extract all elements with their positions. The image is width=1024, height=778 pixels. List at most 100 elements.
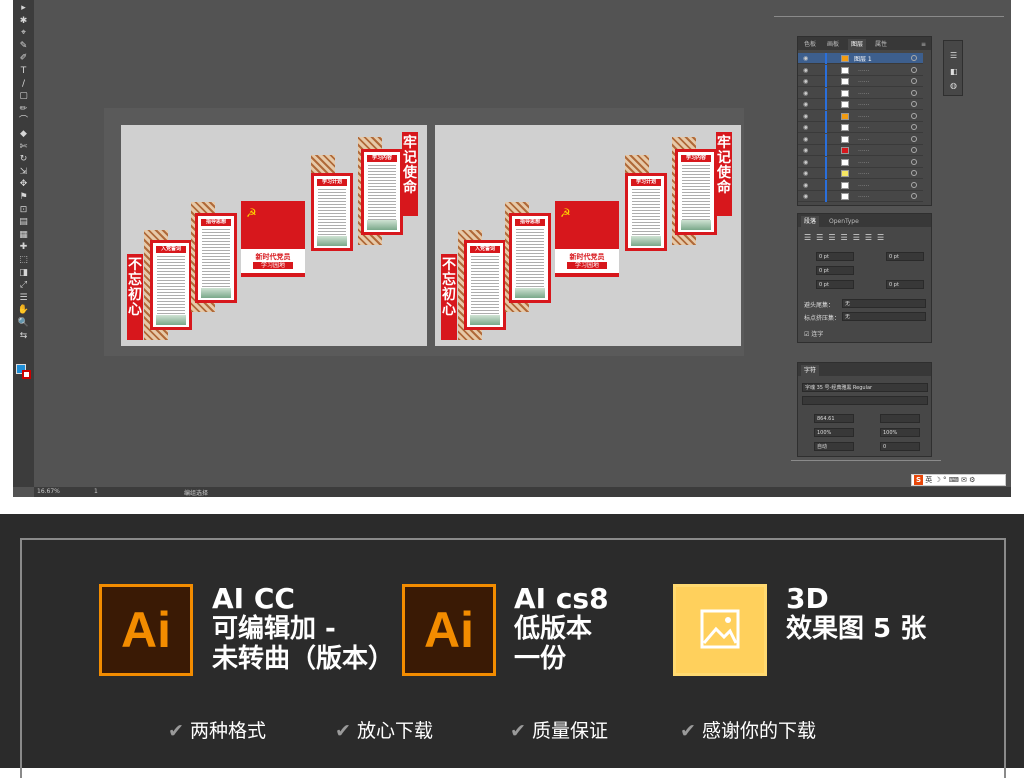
- tool-icon[interactable]: ✋: [17, 306, 30, 315]
- sublayer-row[interactable]: ◉......: [798, 110, 923, 122]
- hyphenate-checkbox[interactable]: ☑ 连字: [804, 329, 823, 338]
- tool-icon[interactable]: /: [17, 79, 30, 89]
- tool-icon[interactable]: ⊡: [17, 205, 30, 215]
- left-indent-field[interactable]: 0 pt: [816, 252, 854, 261]
- visibility-eye-icon[interactable]: ◉: [803, 159, 808, 166]
- visibility-eye-icon[interactable]: ◉: [803, 193, 808, 200]
- artboard-1[interactable]: 不忘初心 入党誓词 指导思想 ☭ 新时代党员 学习园地 学习计划 学习内容 牢记…: [121, 125, 427, 346]
- sublayer-row[interactable]: ◉......: [798, 156, 923, 168]
- target-circle-icon[interactable]: [911, 158, 917, 165]
- tool-icon[interactable]: ✄: [17, 142, 30, 152]
- visibility-eye-icon[interactable]: ◉: [803, 136, 808, 143]
- visibility-eye-icon[interactable]: ◉: [803, 78, 808, 85]
- space-before-field[interactable]: 0 pt: [816, 280, 854, 289]
- target-circle-icon[interactable]: [911, 193, 917, 199]
- visibility-eye-icon[interactable]: ◉: [803, 101, 808, 108]
- stroke-panel-icon[interactable]: ☰: [950, 51, 957, 60]
- tool-icon[interactable]: ◨: [17, 268, 30, 278]
- tab-layers[interactable]: 图层: [848, 39, 867, 50]
- sublayer-row[interactable]: ◉......: [798, 179, 923, 191]
- kerning-field[interactable]: 自动: [814, 442, 854, 451]
- tool-icon[interactable]: ✐: [17, 54, 30, 63]
- target-circle-icon[interactable]: [911, 89, 917, 96]
- tool-icon[interactable]: ▦: [17, 230, 30, 240]
- sublayer-row[interactable]: ◉......: [798, 87, 923, 99]
- sublayer-row[interactable]: ◉......: [798, 122, 923, 133]
- sublayer-row[interactable]: ◉......: [798, 191, 923, 202]
- space-after-field[interactable]: 0 pt: [886, 280, 924, 289]
- appearance-panel-icon[interactable]: ◍: [950, 81, 957, 90]
- visibility-eye-icon[interactable]: ◉: [803, 147, 808, 154]
- tool-icon[interactable]: ✎: [17, 41, 30, 51]
- tab-opentype[interactable]: OpenType: [826, 216, 862, 227]
- tool-icon[interactable]: ☰: [17, 293, 30, 303]
- tab-artboards[interactable]: 画板: [824, 39, 842, 50]
- visibility-eye-icon[interactable]: ◉: [803, 55, 808, 62]
- tool-icon[interactable]: ⌒: [17, 117, 30, 126]
- tool-icon[interactable]: ✱: [17, 16, 30, 26]
- target-circle-icon[interactable]: [911, 181, 917, 188]
- right-indent-field[interactable]: 0 pt: [886, 252, 924, 261]
- mojikumi-select[interactable]: 无: [842, 312, 926, 321]
- visibility-eye-icon[interactable]: ◉: [803, 67, 808, 74]
- vertical-scale-field[interactable]: 100%: [814, 428, 854, 437]
- tab-character[interactable]: 字符: [801, 365, 820, 376]
- visibility-eye-icon[interactable]: ◉: [803, 170, 808, 177]
- visibility-eye-icon[interactable]: ◉: [803, 124, 808, 131]
- visibility-eye-icon[interactable]: ◉: [803, 113, 808, 120]
- sublayer-row[interactable]: ◉......: [798, 99, 923, 110]
- sublayer-row[interactable]: ◉......: [798, 168, 923, 179]
- panel-menu-icon[interactable]: ≡: [918, 39, 929, 50]
- target-circle-icon[interactable]: [911, 124, 917, 130]
- stroke-swatch[interactable]: [22, 370, 31, 379]
- tool-icon[interactable]: ✏: [17, 104, 30, 114]
- tool-icon[interactable]: ⌖: [17, 29, 30, 38]
- sublayer-row[interactable]: ◉......: [798, 145, 923, 156]
- tool-icon[interactable]: ✚: [17, 243, 30, 252]
- gradient-panel-icon[interactable]: ◧: [950, 67, 958, 76]
- first-line-indent-field[interactable]: 0 pt: [816, 266, 854, 275]
- tool-icon[interactable]: ⇆: [17, 331, 30, 341]
- tool-icon[interactable]: 🔍: [17, 319, 30, 328]
- layer-row-top[interactable]: ◉ 图层 1: [798, 53, 923, 64]
- tab-paragraph[interactable]: 段落: [801, 216, 820, 227]
- zoom-level[interactable]: 16.67%: [37, 488, 60, 495]
- horizontal-scale-field[interactable]: 100%: [880, 428, 920, 437]
- artboard-number[interactable]: 1: [94, 488, 98, 495]
- artboard-2[interactable]: 不忘初心 入党誓词 指导思想 ☭ 新时代党员 学习园地 学习计划 学习内容 牢记…: [435, 125, 741, 346]
- target-circle-icon[interactable]: [911, 135, 917, 142]
- kinsoku-select[interactable]: 无: [842, 299, 926, 308]
- target-circle-icon[interactable]: [911, 66, 917, 73]
- tab-swatches[interactable]: 色板: [801, 39, 819, 50]
- ime-toolbar[interactable]: S 英 ☽ ° ⌨ ✉ ⚙: [911, 474, 1006, 486]
- tab-properties[interactable]: 属性: [872, 39, 890, 50]
- tool-icon[interactable]: ↻: [17, 155, 30, 164]
- tracking-field[interactable]: 0: [880, 442, 920, 451]
- tool-icon[interactable]: ◆: [17, 130, 30, 139]
- tool-icon[interactable]: ▸: [17, 4, 30, 13]
- target-circle-icon[interactable]: [911, 170, 917, 176]
- font-family-select[interactable]: 字魂 35 号-经典雅黑 Regular: [802, 383, 928, 392]
- sublayer-row[interactable]: ◉......: [798, 133, 923, 145]
- sublayer-row[interactable]: ◉......: [798, 76, 923, 87]
- target-circle-icon[interactable]: [911, 55, 917, 61]
- visibility-eye-icon[interactable]: ◉: [803, 90, 808, 97]
- tool-icon[interactable]: ▢: [17, 92, 30, 101]
- target-circle-icon[interactable]: [911, 112, 917, 119]
- target-circle-icon[interactable]: [911, 147, 917, 153]
- target-circle-icon[interactable]: [911, 78, 917, 84]
- sublayer-row[interactable]: ◉......: [798, 64, 923, 76]
- font-style-select[interactable]: [802, 396, 928, 405]
- tool-icon[interactable]: T: [17, 67, 30, 76]
- font-size-field[interactable]: 864.61: [814, 414, 854, 423]
- leading-field[interactable]: [880, 414, 920, 423]
- target-circle-icon[interactable]: [911, 101, 917, 107]
- tool-icon[interactable]: ⤢: [17, 281, 30, 290]
- align-buttons-icon[interactable]: ☰☰☰☰☰☰☰: [804, 233, 889, 242]
- tool-icon[interactable]: ✥: [17, 180, 30, 189]
- tool-icon[interactable]: ⇲: [17, 167, 30, 177]
- tool-icon[interactable]: ▤: [17, 218, 30, 227]
- tool-icon[interactable]: ⚑: [17, 193, 30, 202]
- tool-icon[interactable]: ⬚: [17, 256, 30, 265]
- visibility-eye-icon[interactable]: ◉: [803, 182, 808, 189]
